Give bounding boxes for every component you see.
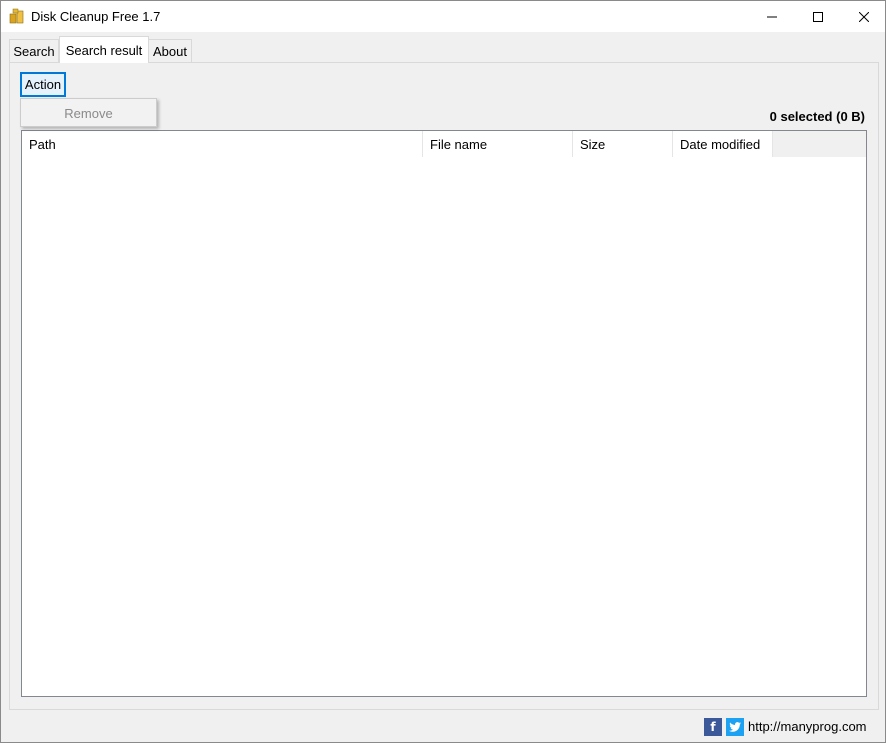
twitter-bird-icon — [729, 722, 741, 732]
window-title: Disk Cleanup Free 1.7 — [31, 9, 161, 24]
action-dropdown-menu: Remove — [20, 98, 157, 127]
menu-item-remove[interactable]: Remove — [21, 102, 156, 124]
column-header-date-modified[interactable]: Date modified — [673, 131, 773, 157]
tab-about[interactable]: About — [148, 39, 192, 62]
selected-count: 0 selected (0 B) — [769, 109, 865, 124]
title-bar[interactable]: Disk Cleanup Free 1.7 — [1, 1, 885, 32]
action-button-label: Action — [24, 77, 62, 92]
action-button[interactable]: Action — [20, 72, 66, 97]
tab-search[interactable]: Search — [9, 39, 59, 62]
column-header-file-name[interactable]: File name — [423, 131, 573, 157]
list-header: Path File name Size Date modified — [22, 131, 866, 157]
column-header-date-modified-label: Date modified — [680, 136, 761, 152]
column-header-filler — [773, 131, 866, 157]
tab-search-result[interactable]: Search result — [59, 36, 149, 63]
twitter-icon[interactable] — [726, 718, 744, 736]
tab-search-result-label: Search result — [65, 42, 143, 58]
app-window: Disk Cleanup Free 1.7 Search Search resu… — [0, 0, 886, 743]
maximize-icon — [813, 11, 823, 22]
column-header-path-label: Path — [29, 136, 56, 152]
close-button[interactable] — [841, 1, 886, 32]
maximize-button[interactable] — [795, 1, 841, 32]
column-header-size[interactable]: Size — [573, 131, 673, 157]
column-header-size-label: Size — [580, 136, 606, 152]
disk-cleanup-app-icon — [9, 8, 25, 24]
column-header-file-name-label: File name — [430, 136, 488, 152]
minimize-icon — [767, 16, 777, 17]
tab-about-label: About — [153, 43, 187, 59]
manyprog-link[interactable]: http://manyprog.com — [748, 719, 867, 734]
column-header-path[interactable]: Path — [22, 131, 423, 157]
minimize-button[interactable] — [749, 1, 795, 32]
close-icon — [859, 11, 869, 22]
tab-search-label: Search — [13, 43, 55, 59]
results-list[interactable]: Path File name Size Date modified — [21, 130, 867, 697]
menu-item-remove-label: Remove — [64, 105, 113, 121]
facebook-icon[interactable]: f — [704, 718, 722, 736]
